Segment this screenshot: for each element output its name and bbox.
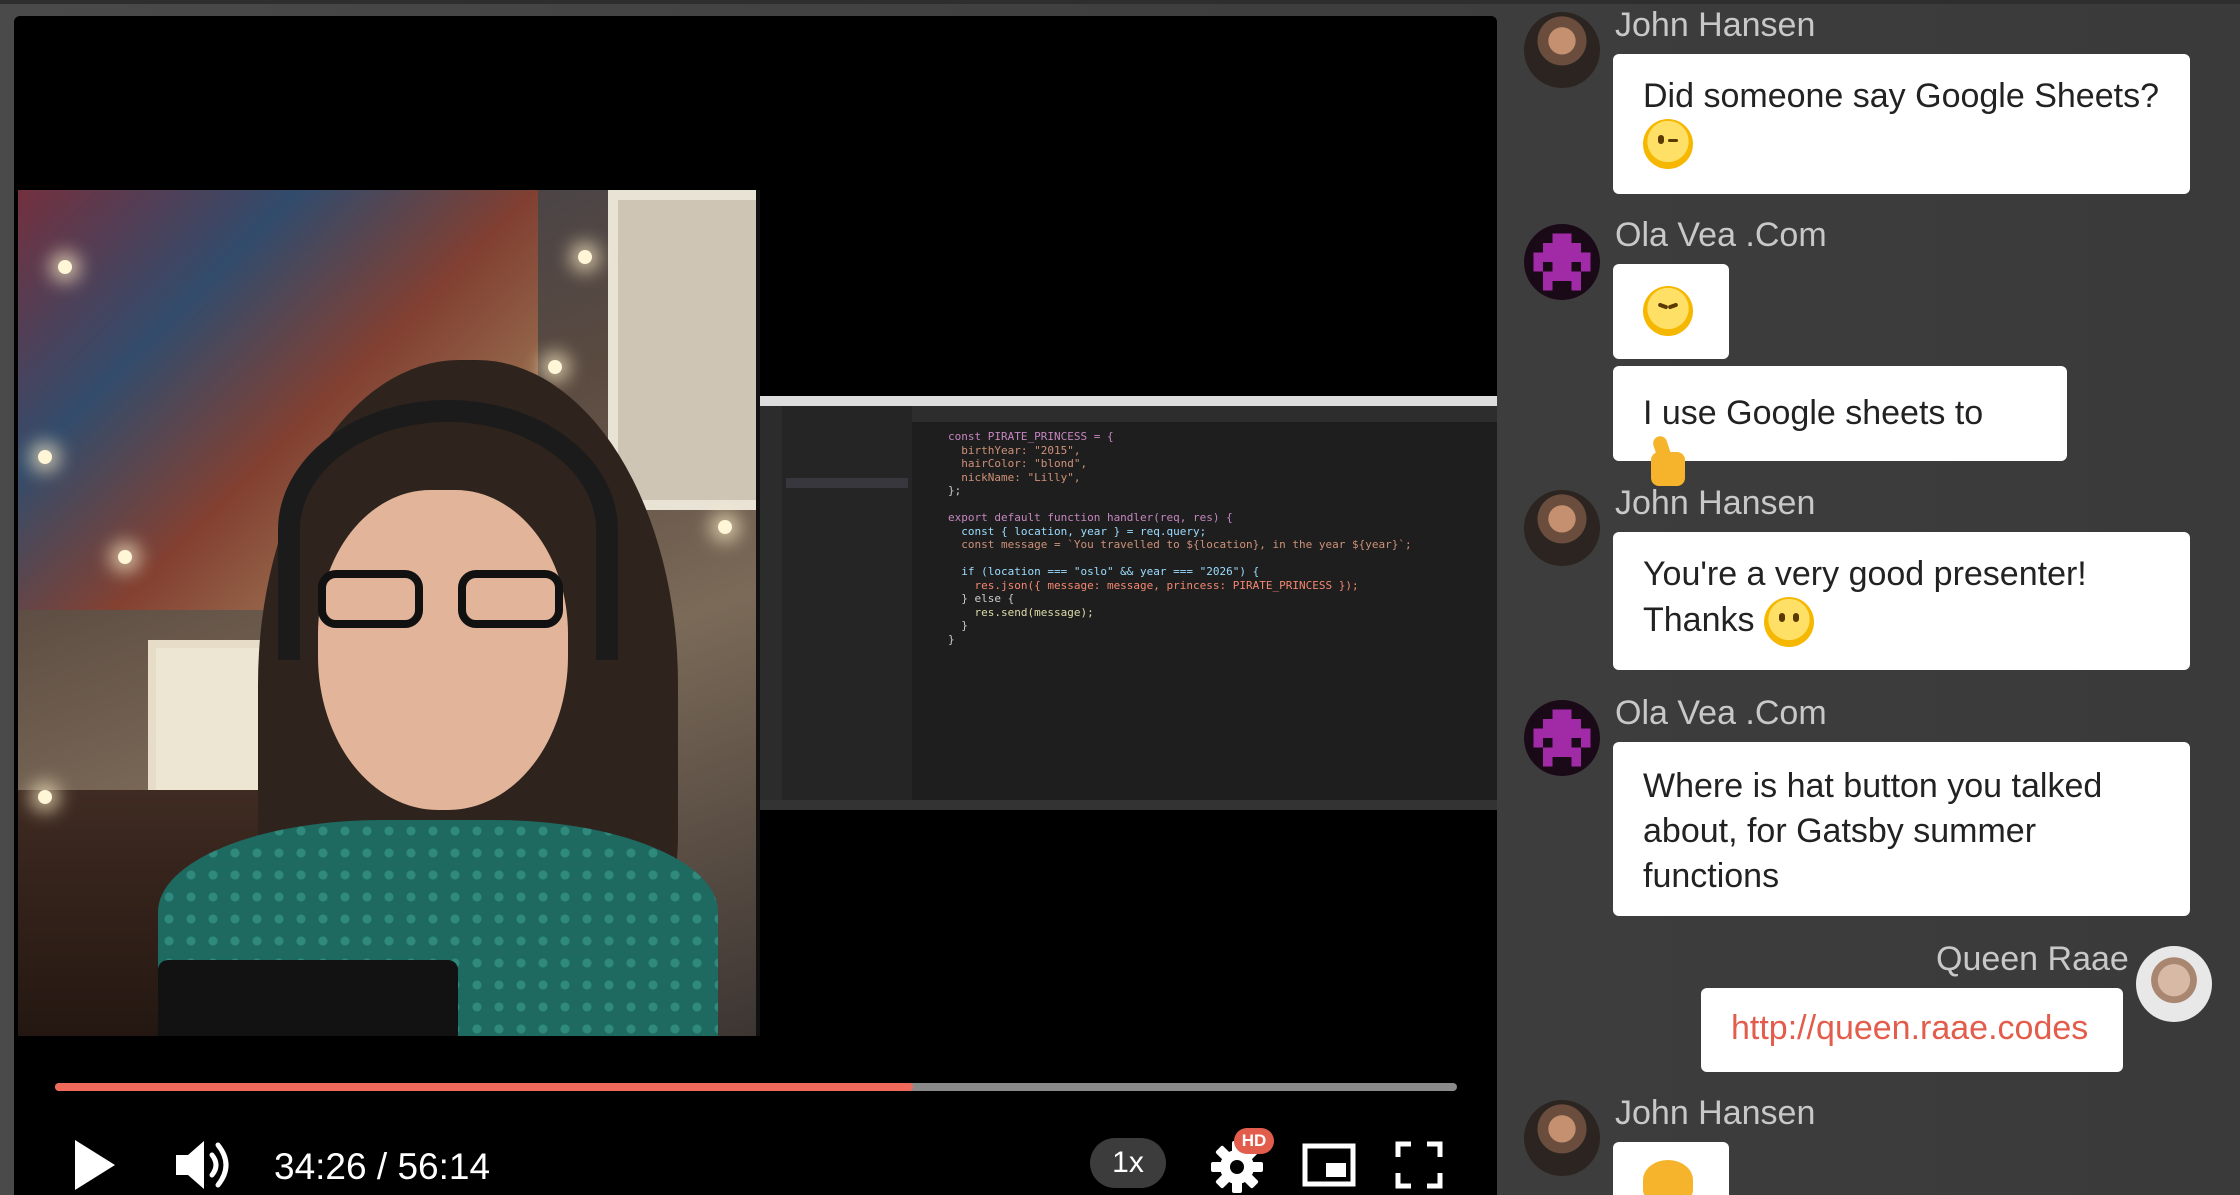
avatar bbox=[1524, 700, 1600, 776]
seek-bar-progress bbox=[55, 1083, 914, 1091]
message-text: You're a very good presenter! bbox=[1643, 555, 2087, 593]
chat-message bbox=[1613, 264, 1729, 359]
editor-tabs bbox=[912, 406, 1497, 422]
message-author: John Hansen bbox=[1615, 484, 1816, 522]
picture-in-picture-button[interactable] bbox=[1294, 1130, 1364, 1195]
code-line: if (location === "oslo" && year === "202… bbox=[948, 565, 1260, 578]
message-author: Ola Vea .Com bbox=[1615, 216, 1827, 254]
avatar bbox=[1524, 1100, 1600, 1176]
code-line: res.json({ message: message, princess: P… bbox=[948, 578, 1359, 592]
code-line: } bbox=[948, 619, 968, 632]
chat-message: I use Google sheets to bbox=[1613, 366, 2067, 486]
hd-badge: HD bbox=[1234, 1128, 1274, 1154]
fullscreen-button[interactable] bbox=[1384, 1130, 1454, 1195]
seek-bar[interactable] bbox=[55, 1083, 1457, 1091]
code-line: } bbox=[948, 632, 955, 646]
avatar bbox=[1524, 224, 1600, 300]
message-text: Thanks bbox=[1643, 600, 1755, 639]
message-author: Queen Raae bbox=[1936, 940, 2129, 978]
chat-message: http://queen.raae.codes bbox=[1701, 988, 2123, 1072]
chat-message: Where is hat button you talked about, fo… bbox=[1613, 742, 2190, 916]
video-player[interactable]: const PIRATE_PRINCESS = { birthYear: "20… bbox=[14, 16, 1497, 1195]
code-line: const message = `You travelled to ${loca… bbox=[948, 538, 1412, 551]
smiling-emoji-icon bbox=[1763, 597, 1814, 647]
editor-sidebar bbox=[782, 406, 912, 800]
message-link[interactable]: http://queen.raae.codes bbox=[1731, 1009, 2088, 1047]
pixel-invader-icon bbox=[1533, 709, 1591, 767]
message-text: about, for Gatsby summer bbox=[1643, 812, 2037, 850]
message-author: John Hansen bbox=[1615, 6, 1816, 44]
framed-drawing bbox=[608, 190, 756, 510]
current-time: 34:26 bbox=[274, 1146, 367, 1187]
code-line: res.send(message); bbox=[948, 605, 1094, 619]
screen-share: const PIRATE_PRINCESS = { birthYear: "20… bbox=[760, 190, 1497, 1036]
message-author: Ola Vea .Com bbox=[1615, 694, 1827, 732]
webcam-feed bbox=[18, 190, 756, 1036]
camera-device bbox=[158, 960, 458, 1036]
code-line: nickName: "Lilly", bbox=[948, 470, 1081, 484]
grinning-squinting-emoji-icon bbox=[1643, 286, 1693, 336]
code-line: }; bbox=[948, 484, 962, 497]
volume-icon bbox=[176, 1141, 229, 1189]
play-button[interactable] bbox=[64, 1130, 124, 1195]
code-line: birthYear: "2015", bbox=[948, 443, 1081, 457]
chat-message: You're a very good presenter! Thanks bbox=[1613, 532, 2190, 670]
play-icon bbox=[75, 1140, 115, 1190]
pixel-invader-icon bbox=[1533, 233, 1591, 291]
editor-code: const PIRATE_PRINCESS = { birthYear: "20… bbox=[912, 422, 1497, 800]
code-line: const PIRATE_PRINCESS = { bbox=[948, 430, 1114, 443]
code-editor-window: const PIRATE_PRINCESS = { birthYear: "20… bbox=[760, 396, 1497, 810]
chat-message bbox=[1613, 1142, 1729, 1195]
picture-in-picture-icon bbox=[1302, 1143, 1356, 1187]
code-line: export default function handler(req, res… bbox=[948, 511, 1233, 524]
glasses bbox=[318, 570, 578, 630]
message-author: John Hansen bbox=[1615, 1094, 1816, 1132]
video-frame[interactable]: const PIRATE_PRINCESS = { birthYear: "20… bbox=[18, 190, 1497, 1036]
volume-button[interactable] bbox=[169, 1130, 239, 1195]
clapping-hands-emoji-icon bbox=[1643, 1160, 1693, 1195]
message-text: Did someone say Google Sheets? bbox=[1643, 77, 2159, 115]
wink-emoji-icon bbox=[1643, 119, 1693, 169]
thumbs-up-emoji-icon bbox=[1643, 434, 1689, 488]
code-line: const { location, year } = req.query; bbox=[948, 524, 1207, 538]
playback-time: 34:26 / 56:14 bbox=[274, 1146, 490, 1188]
avatar bbox=[2136, 946, 2212, 1022]
duration: 56:14 bbox=[397, 1146, 491, 1187]
time-separator: / bbox=[366, 1146, 398, 1187]
player-controls: 34:26 / 56:14 1x HD bbox=[14, 1046, 1497, 1195]
chat-message: Did someone say Google Sheets? bbox=[1613, 54, 2190, 194]
chat-panel[interactable]: John Hansen Did someone say Google Sheet… bbox=[1500, 0, 2240, 1195]
message-text: functions bbox=[1643, 857, 1780, 895]
code-line: hairColor: "blond", bbox=[948, 457, 1088, 470]
playback-speed-button[interactable]: 1x bbox=[1090, 1138, 1166, 1188]
editor-menu-bar bbox=[760, 396, 1497, 406]
editor-activity-bar bbox=[760, 406, 782, 800]
avatar bbox=[1524, 490, 1600, 566]
message-text: I use Google sheets to bbox=[1643, 394, 1984, 432]
fullscreen-icon bbox=[1395, 1141, 1443, 1189]
editor-status-bar bbox=[760, 800, 1497, 810]
code-line: } else { bbox=[948, 592, 1015, 605]
message-text: Where is hat button you talked bbox=[1643, 767, 2103, 805]
avatar bbox=[1524, 12, 1600, 88]
